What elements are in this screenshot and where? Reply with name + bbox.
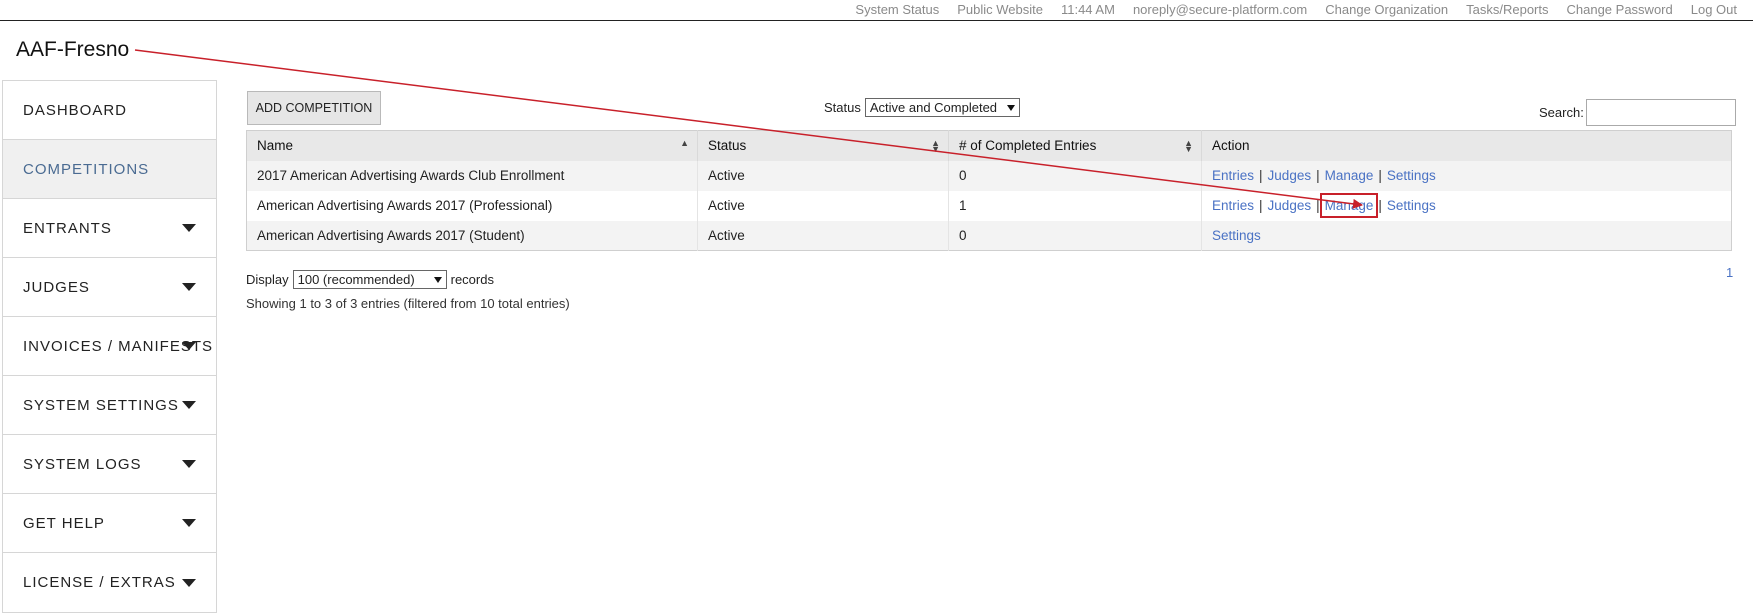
search-box: Search:	[1539, 99, 1736, 126]
system-status-link[interactable]: System Status	[855, 2, 939, 17]
status-select[interactable]: Active and Completed	[864, 98, 1020, 117]
entries-link[interactable]: Entries	[1212, 168, 1254, 183]
top-bar: System Status Public Website 11:44 AM norep…	[0, 0, 1753, 21]
chevron-down-icon	[182, 460, 196, 468]
column-header-label: # of Completed Entries	[959, 138, 1097, 154]
manage-link[interactable]: Manage	[1325, 168, 1374, 183]
action-separator: |	[1316, 198, 1320, 213]
column-header-name[interactable]: Name ▲	[246, 130, 698, 161]
column-header-label: Status	[708, 138, 747, 154]
table-row: American Advertising Awards 2017 (Profes…	[246, 190, 1732, 221]
sidebar-item-label: SYSTEM SETTINGS	[23, 396, 179, 414]
sidebar-nav: DASHBOARD COMPETITIONS ENTRANTS JUDGES INVOI…	[2, 80, 217, 613]
sidebar-item-label: DASHBOARD	[23, 101, 128, 119]
cell-completed-entries: 0	[948, 160, 1202, 191]
sidebar-item-entrants[interactable]: ENTRANTS	[3, 199, 216, 258]
column-header-completed-entries[interactable]: # of Completed Entries ▲ ▼	[948, 130, 1202, 161]
sidebar-item-label: LICENSE / EXTRAS	[23, 574, 176, 591]
sidebar-item-dashboard[interactable]: DASHBOARD	[3, 81, 216, 140]
column-header-action: Action	[1202, 131, 1732, 161]
manage-link[interactable]: Manage	[1319, 193, 1379, 218]
table-row: American Advertising Awards 2017 (Studen…	[246, 220, 1732, 251]
cell-status: Active	[697, 160, 949, 191]
table-row: 2017 American Advertising Awards Club En…	[246, 160, 1732, 191]
sidebar-item-get-help[interactable]: GET HELP	[3, 494, 216, 553]
column-header-label: Action	[1212, 138, 1250, 154]
sidebar-item-system-logs[interactable]: SYSTEM LOGS	[3, 435, 216, 494]
action-separator: |	[1378, 198, 1382, 213]
cell-name: American Advertising Awards 2017 (Studen…	[246, 220, 698, 251]
sidebar-item-label: ENTRANTS	[23, 219, 112, 237]
search-label: Search:	[1539, 105, 1584, 120]
cell-actions: Settings	[1202, 221, 1732, 251]
chevron-down-icon	[182, 224, 196, 232]
column-header-status[interactable]: Status ▲ ▼	[697, 130, 949, 161]
cell-status: Active	[697, 220, 949, 251]
log-out-link[interactable]: Log Out	[1691, 2, 1737, 17]
tasks-reports-link[interactable]: Tasks/Reports	[1466, 2, 1548, 17]
cell-completed-entries: 1	[948, 190, 1202, 221]
cell-completed-entries: 0	[948, 220, 1202, 251]
action-separator: |	[1316, 168, 1320, 183]
judges-link[interactable]: Judges	[1268, 198, 1312, 213]
add-competition-button[interactable]: ADD COMPETITION	[247, 91, 381, 125]
status-select-value: Active and Completed	[869, 100, 998, 115]
records-per-page-value: 100 (recommended)	[297, 272, 415, 287]
sidebar-item-label: COMPETITIONS	[23, 160, 150, 178]
action-separator: |	[1259, 168, 1263, 183]
chevron-down-icon	[182, 283, 196, 291]
status-filter-label: Status	[824, 100, 861, 115]
settings-link[interactable]: Settings	[1212, 228, 1261, 243]
cell-name: American Advertising Awards 2017 (Profes…	[246, 190, 698, 221]
chevron-down-icon	[182, 342, 196, 350]
user-email-text: noreply@secure-platform.com	[1132, 2, 1308, 17]
search-input[interactable]	[1585, 99, 1736, 126]
sidebar-item-label: SYSTEM LOGS	[23, 455, 142, 473]
entries-link[interactable]: Entries	[1212, 198, 1254, 213]
action-separator: |	[1378, 168, 1382, 183]
sort-both-icon: ▲ ▼	[1184, 138, 1193, 154]
sort-ascending-icon: ▲	[680, 138, 689, 148]
records-label: records	[450, 272, 494, 287]
settings-link[interactable]: Settings	[1387, 198, 1436, 213]
sidebar-item-invoices-manifests[interactable]: INVOICES / MANIFESTS	[3, 317, 216, 376]
organization-title: AAF-Fresno	[16, 38, 130, 61]
cell-actions: Entries | Judges | Manage | Settings	[1202, 161, 1732, 191]
column-header-label: Name	[257, 138, 294, 154]
chevron-down-icon	[1006, 104, 1015, 111]
clock-text: 11:44 AM	[1060, 2, 1115, 17]
competitions-table: Name ▲ Status ▲ ▼ # of Completed Entries …	[246, 130, 1732, 251]
chevron-down-icon	[182, 401, 196, 409]
chevron-down-icon	[182, 578, 196, 587]
sidebar-item-license-extras[interactable]: LICENSE / EXTRAS	[3, 553, 216, 612]
change-organization-link[interactable]: Change Organization	[1325, 2, 1448, 17]
sidebar-item-system-settings[interactable]: SYSTEM SETTINGS	[3, 376, 216, 435]
pagination-page-1[interactable]: 1	[1726, 265, 1733, 280]
sidebar-item-judges[interactable]: JUDGES	[3, 258, 216, 317]
sidebar-item-label: JUDGES	[23, 278, 90, 296]
sort-both-icon: ▲ ▼	[931, 138, 940, 154]
status-filter: Status Active and Completed	[824, 98, 1020, 117]
public-website-link[interactable]: Public Website	[957, 2, 1043, 17]
table-header-row: Name ▲ Status ▲ ▼ # of Completed Entries …	[246, 130, 1732, 161]
sidebar-item-label: GET HELP	[23, 514, 105, 532]
display-label: Display	[246, 272, 289, 287]
sidebar-item-competitions[interactable]: COMPETITIONS	[3, 140, 216, 199]
change-password-link[interactable]: Change Password	[1567, 2, 1673, 17]
judges-link[interactable]: Judges	[1268, 168, 1312, 183]
top-links: System Status Public Website 11:44 AM norep…	[837, 2, 1737, 17]
display-length: Display 100 (recommended) records	[246, 270, 494, 289]
action-separator: |	[1259, 198, 1263, 213]
chevron-down-icon	[182, 519, 196, 527]
table-info-text: Showing 1 to 3 of 3 entries (filtered fr…	[246, 296, 570, 311]
cell-status: Active	[697, 190, 949, 221]
cell-actions: Entries | Judges | Manage | Settings	[1202, 191, 1732, 221]
cell-name: 2017 American Advertising Awards Club En…	[246, 160, 698, 191]
records-per-page-select[interactable]: 100 (recommended)	[292, 270, 447, 289]
settings-link[interactable]: Settings	[1387, 168, 1436, 183]
chevron-down-icon	[433, 276, 442, 283]
